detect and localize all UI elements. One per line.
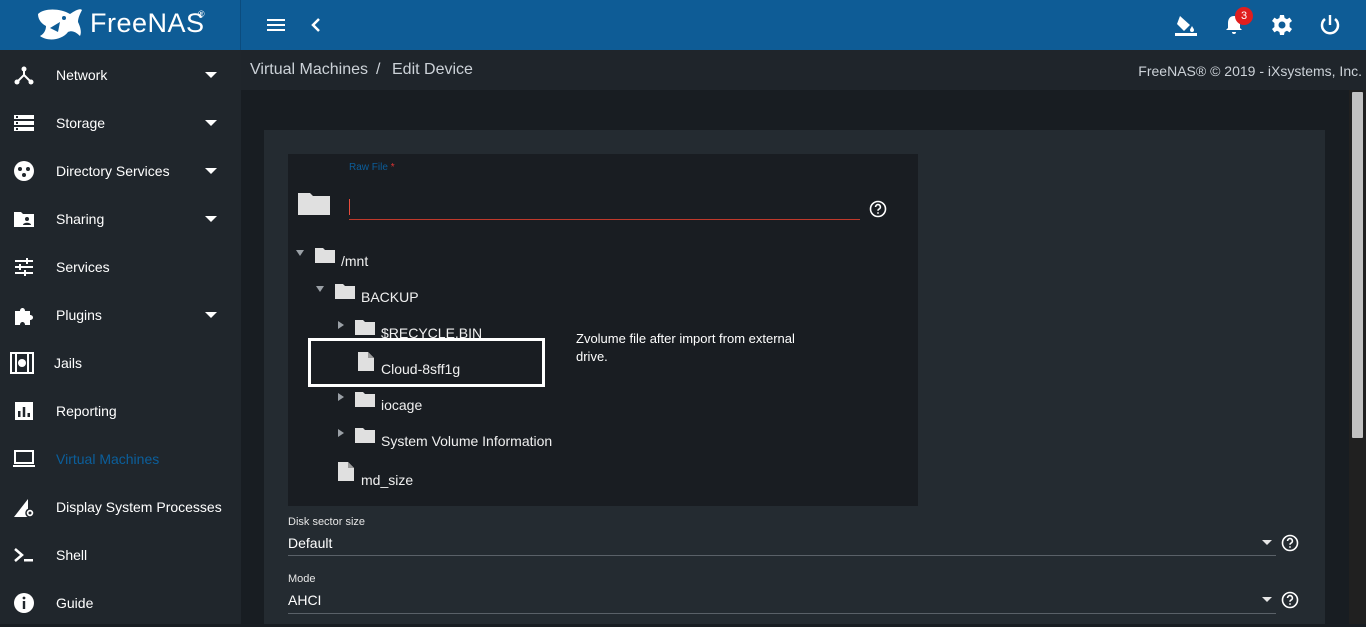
- sidebar-item-sharing[interactable]: Sharing: [0, 195, 241, 243]
- folder-icon: [355, 320, 375, 335]
- tree-node-backup[interactable]: BACKUP: [316, 282, 616, 305]
- sidebar-item-virtual-machines[interactable]: Virtual Machines: [0, 435, 241, 483]
- caret-down-icon: [205, 312, 217, 318]
- folder-icon[interactable]: [298, 190, 330, 216]
- mode-label: Mode: [288, 573, 316, 585]
- laptop-icon: [13, 450, 35, 467]
- tree-node-mnt[interactable]: /mnt: [296, 246, 596, 269]
- sidebar-item-guide[interactable]: Guide: [0, 579, 241, 627]
- gear-icon[interactable]: [1270, 13, 1294, 37]
- folder-icon: [315, 248, 335, 263]
- file-icon: [338, 462, 354, 481]
- highlight-box: [308, 338, 545, 387]
- tree-node-label: /mnt: [341, 253, 369, 269]
- help-icon[interactable]: [1281, 591, 1299, 609]
- help-icon[interactable]: [1281, 534, 1299, 552]
- folder-icon: [355, 428, 375, 443]
- jail-icon: [10, 352, 34, 374]
- sidebar-item-label: Jails: [54, 355, 83, 371]
- sidebar-item-network[interactable]: Network: [0, 51, 241, 99]
- processes-icon: [14, 499, 35, 518]
- shell-icon: [14, 548, 33, 562]
- sidebar: Network Storage Directory Services Shari…: [0, 50, 241, 624]
- sidebar-item-directory-services[interactable]: Directory Services: [0, 147, 241, 195]
- sidebar-item-label: Network: [56, 67, 108, 83]
- logo-registered-mark: ®: [198, 9, 205, 19]
- expand-down-icon[interactable]: [316, 286, 324, 292]
- sidebar-item-label: Plugins: [56, 307, 102, 323]
- tree-node-system-volume-information[interactable]: System Volume Information: [336, 426, 636, 449]
- logo[interactable]: FreeNAS ®: [0, 0, 241, 50]
- breadcrumb-virtual-machines[interactable]: Virtual Machines: [250, 61, 368, 79]
- tree-node-label: BACKUP: [361, 289, 419, 305]
- sidebar-item-label: Directory Services: [56, 163, 170, 179]
- sidebar-item-label: Virtual Machines: [56, 451, 160, 467]
- folder-icon: [335, 284, 355, 299]
- disk-sector-size-select[interactable]: Default: [288, 535, 332, 551]
- breadcrumb-current: Edit Device: [392, 61, 473, 78]
- disk-sector-size-label: Disk sector size: [288, 516, 366, 528]
- chevron-left-icon[interactable]: [304, 13, 328, 37]
- annotation-note: Zvolume file after import from external …: [576, 331, 795, 364]
- theme-bucket-icon[interactable]: [1174, 13, 1198, 37]
- expand-down-icon[interactable]: [296, 250, 304, 256]
- network-icon: [14, 66, 34, 85]
- raw-file-label: Raw File *: [349, 162, 395, 173]
- sidebar-item-label: Storage: [56, 115, 106, 131]
- copyright-text: FreeNAS® © 2019 - iXsystems, Inc.: [1138, 63, 1362, 79]
- tree-node-iocage[interactable]: iocage: [336, 390, 636, 413]
- sidebar-item-label: Services: [56, 259, 110, 275]
- help-icon[interactable]: [869, 200, 887, 218]
- logo-text: FreeNAS: [90, 8, 205, 38]
- menu-icon[interactable]: [264, 13, 288, 37]
- expand-right-icon[interactable]: [338, 429, 344, 437]
- bar-chart-icon: [15, 402, 33, 420]
- dropdown-arrow-icon[interactable]: [1262, 597, 1272, 602]
- caret-down-icon: [205, 216, 217, 222]
- puzzle-icon: [15, 308, 33, 325]
- sliders-icon: [15, 258, 33, 276]
- sidebar-item-reporting[interactable]: Reporting: [0, 387, 241, 435]
- scrollbar-thumb[interactable]: [1352, 92, 1363, 438]
- top-bar: FreeNAS ® 3: [0, 0, 1366, 50]
- sidebar-item-jails[interactable]: Jails: [0, 339, 241, 387]
- caret-down-icon: [205, 72, 217, 78]
- page-scrollbar[interactable]: [1349, 90, 1366, 624]
- sidebar-item-services[interactable]: Services: [0, 243, 241, 291]
- mode-select[interactable]: AHCI: [288, 592, 321, 608]
- text-cursor: [349, 199, 350, 215]
- breadcrumb-separator: /: [376, 61, 381, 78]
- sidebar-item-plugins[interactable]: Plugins: [0, 291, 241, 339]
- expand-right-icon[interactable]: [338, 321, 344, 329]
- sidebar-item-label: Sharing: [56, 211, 105, 227]
- folder-icon: [355, 392, 375, 407]
- tree-node-md-size[interactable]: md_size: [336, 462, 536, 488]
- power-icon[interactable]: [1318, 13, 1342, 37]
- tree-node-label: iocage: [381, 397, 423, 413]
- info-icon: [14, 593, 34, 613]
- caret-down-icon: [205, 168, 217, 174]
- tree-node-label: md_size: [361, 472, 414, 488]
- sidebar-item-label: Guide: [56, 595, 94, 611]
- sidebar-item-label: Shell: [56, 547, 88, 563]
- caret-down-icon: [205, 120, 217, 126]
- sidebar-item-label: Reporting: [56, 403, 117, 419]
- select-underline: [288, 555, 1276, 556]
- select-underline: [288, 613, 1276, 614]
- tree-node-label: System Volume Information: [381, 433, 553, 449]
- sidebar-item-display-system-processes[interactable]: Display System Processes: [0, 483, 241, 531]
- sharing-folder-icon: [14, 212, 34, 227]
- raw-file-input[interactable]: [349, 196, 860, 220]
- dropdown-arrow-icon[interactable]: [1262, 540, 1272, 545]
- sidebar-item-label: Display System Processes: [56, 499, 222, 515]
- sidebar-item-shell[interactable]: Shell: [0, 531, 241, 579]
- expand-right-icon[interactable]: [338, 393, 344, 401]
- sidebar-item-storage[interactable]: Storage: [0, 99, 241, 147]
- notification-badge: 3: [1235, 7, 1253, 25]
- directory-services-icon: [14, 161, 34, 181]
- freenas-logo-icon: [38, 9, 82, 40]
- breadcrumb: Virtual Machines / Edit Device FreeNAS® …: [241, 50, 1366, 90]
- storage-icon: [14, 115, 34, 131]
